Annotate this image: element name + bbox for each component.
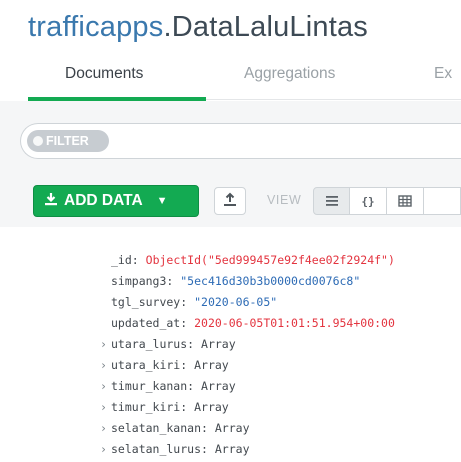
- field-key: updated_at: [111, 316, 181, 330]
- field-key: utara_lurus: [111, 337, 188, 351]
- filter-label: FILTER: [46, 134, 89, 148]
- field-value: Array: [214, 442, 250, 456]
- field-key: timur_kiri: [111, 400, 181, 414]
- add-data-label: ADD DATA: [64, 192, 143, 209]
- tab-documents[interactable]: Documents: [65, 65, 143, 83]
- view-toggle-group: {}: [313, 187, 461, 215]
- field-value: Array: [214, 421, 250, 435]
- field-row[interactable]: › selatan_kanan: Array: [100, 421, 250, 441]
- title-separator: .: [163, 11, 172, 43]
- list-view-button[interactable]: [313, 187, 350, 215]
- view-label: VIEW: [267, 193, 302, 207]
- tab-aggregations[interactable]: Aggregations: [244, 65, 335, 83]
- field-value: Array: [194, 400, 229, 414]
- field-row: _id: ObjectId("5ed999457e92f4ee02f2924f"…: [111, 253, 395, 267]
- field-value: Array: [201, 379, 236, 393]
- field-value[interactable]: ObjectId("5ed999457e92f4ee02f2924f"): [146, 253, 395, 267]
- field-row[interactable]: › utara_lurus: Array: [100, 337, 236, 357]
- field-value[interactable]: 2020-06-05T01:01:51.954+00:00: [194, 316, 395, 330]
- collection-name: DataLaluLintas: [171, 11, 369, 43]
- chevron-right-icon[interactable]: ›: [100, 379, 111, 393]
- export-button[interactable]: [214, 187, 246, 215]
- table-view-button[interactable]: [387, 187, 424, 215]
- tab-explain[interactable]: Ex: [434, 65, 452, 83]
- chevron-right-icon[interactable]: ›: [100, 442, 111, 456]
- chevron-right-icon[interactable]: ›: [100, 337, 111, 351]
- add-data-button[interactable]: ADD DATA ▼: [33, 185, 199, 217]
- field-key: selatan_kanan: [111, 421, 202, 435]
- field-row[interactable]: › utara_kiri: Array: [100, 358, 229, 378]
- chevron-right-icon[interactable]: ›: [100, 400, 111, 414]
- field-key: utara_kiri: [111, 358, 181, 372]
- info-icon: [33, 136, 43, 146]
- field-row[interactable]: › timur_kiri: Array: [100, 400, 229, 420]
- field-key: tgl_survey: [111, 295, 181, 309]
- field-value[interactable]: "5ec416d30b3b0000cd0076c8": [180, 274, 360, 288]
- database-name[interactable]: trafficapps: [28, 11, 163, 43]
- tab-divider: [206, 99, 461, 100]
- field-row: updated_at: 2020-06-05T01:01:51.954+00:0…: [111, 316, 395, 330]
- list-view-icon: [325, 196, 338, 206]
- export-icon: [224, 192, 236, 206]
- chevron-right-icon[interactable]: ›: [100, 421, 111, 435]
- table-view-icon: [398, 195, 412, 207]
- chevron-right-icon[interactable]: ›: [100, 358, 111, 372]
- field-key: selatan_lurus: [111, 442, 202, 456]
- field-value: Array: [194, 358, 229, 372]
- field-key: simpang3: [111, 274, 167, 288]
- field-key: _id: [111, 253, 132, 267]
- field-row[interactable]: › timur_kanan: Array: [100, 379, 236, 399]
- view-button-overflow: [424, 187, 461, 215]
- field-row: tgl_survey: "2020-06-05": [111, 295, 278, 309]
- caret-down-icon: ▼: [156, 195, 168, 207]
- collection-title: trafficapps.DataLaluLintas: [28, 11, 368, 44]
- field-row[interactable]: › selatan_lurus: Array: [100, 442, 250, 462]
- download-icon: [44, 192, 58, 211]
- filter-button[interactable]: FILTER: [27, 130, 109, 152]
- field-row: simpang3: "5ec416d30b3b0000cd0076c8": [111, 274, 361, 288]
- field-value[interactable]: "2020-06-05": [194, 295, 277, 309]
- json-view-button[interactable]: {}: [350, 187, 387, 215]
- field-key: timur_kanan: [111, 379, 188, 393]
- field-value: Array: [201, 337, 236, 351]
